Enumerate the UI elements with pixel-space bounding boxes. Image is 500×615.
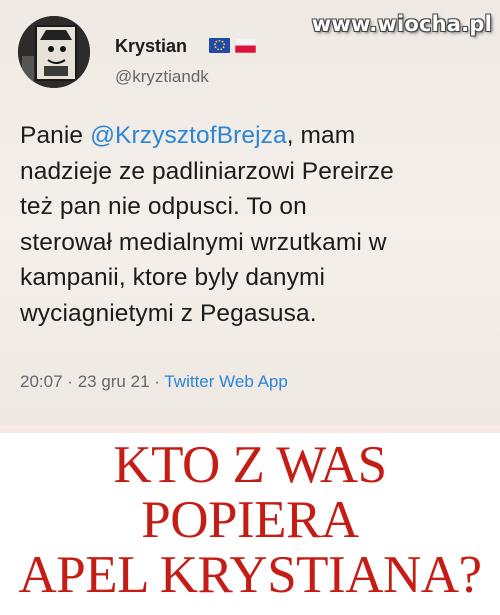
eu-flag-icon [209, 38, 230, 53]
tweet-text-line: , mam [286, 122, 356, 149]
tweet-text-prefix: Panie [20, 122, 91, 149]
display-name[interactable]: Krystian [115, 36, 187, 57]
tweet-meta: 20:07 · 23 gru 21 · Twitter Web App [20, 372, 288, 392]
caption-line: POPIERA [141, 491, 359, 549]
tweet-text-line: kampanii, ktore byly danymi [20, 264, 325, 291]
user-handle[interactable]: @kryztiandk [115, 67, 209, 87]
caption-line: KTO Z WAS [113, 436, 387, 494]
mention-link[interactable]: @KrzysztofBrejza [90, 122, 287, 149]
caption-line: APEL KRYSTIANA? [18, 546, 482, 604]
tweet-time[interactable]: 20:07 [20, 372, 63, 391]
source-app-link[interactable]: Twitter Web App [164, 372, 287, 391]
tweet-line-1: Panie @KrzysztofBrejza, mam [20, 118, 490, 154]
tweet-text-line: sterował medialnymi wrzutkami w [20, 228, 387, 256]
meme-caption: KTO Z WAS POPIERA APEL KRYSTIANA? [0, 438, 500, 603]
meta-separator: · [67, 372, 73, 391]
tweet-text-line: też pan nie odpusci. To on [20, 193, 307, 220]
tweet-text-line: wyciagnietymi z Pegasusa. [20, 299, 317, 327]
tweet-text: Panie @KrzysztofBrejza, mam nadzieje ze … [20, 118, 490, 331]
tweet-card: Krystian @kryztiandk Panie @KrzysztofBre… [0, 0, 500, 425]
divider [0, 425, 500, 433]
site-watermark: www.wiocha.pl [311, 12, 492, 36]
tweet-text-line: nadzieje ze padliniarzowi Pereirze [20, 157, 394, 185]
name-flags [209, 38, 256, 53]
poland-flag-icon [235, 38, 256, 53]
tweet-date[interactable]: 23 gru 21 [78, 372, 150, 391]
meta-separator: · [154, 372, 160, 391]
avatar[interactable] [18, 16, 90, 88]
avatar-image [18, 16, 90, 88]
